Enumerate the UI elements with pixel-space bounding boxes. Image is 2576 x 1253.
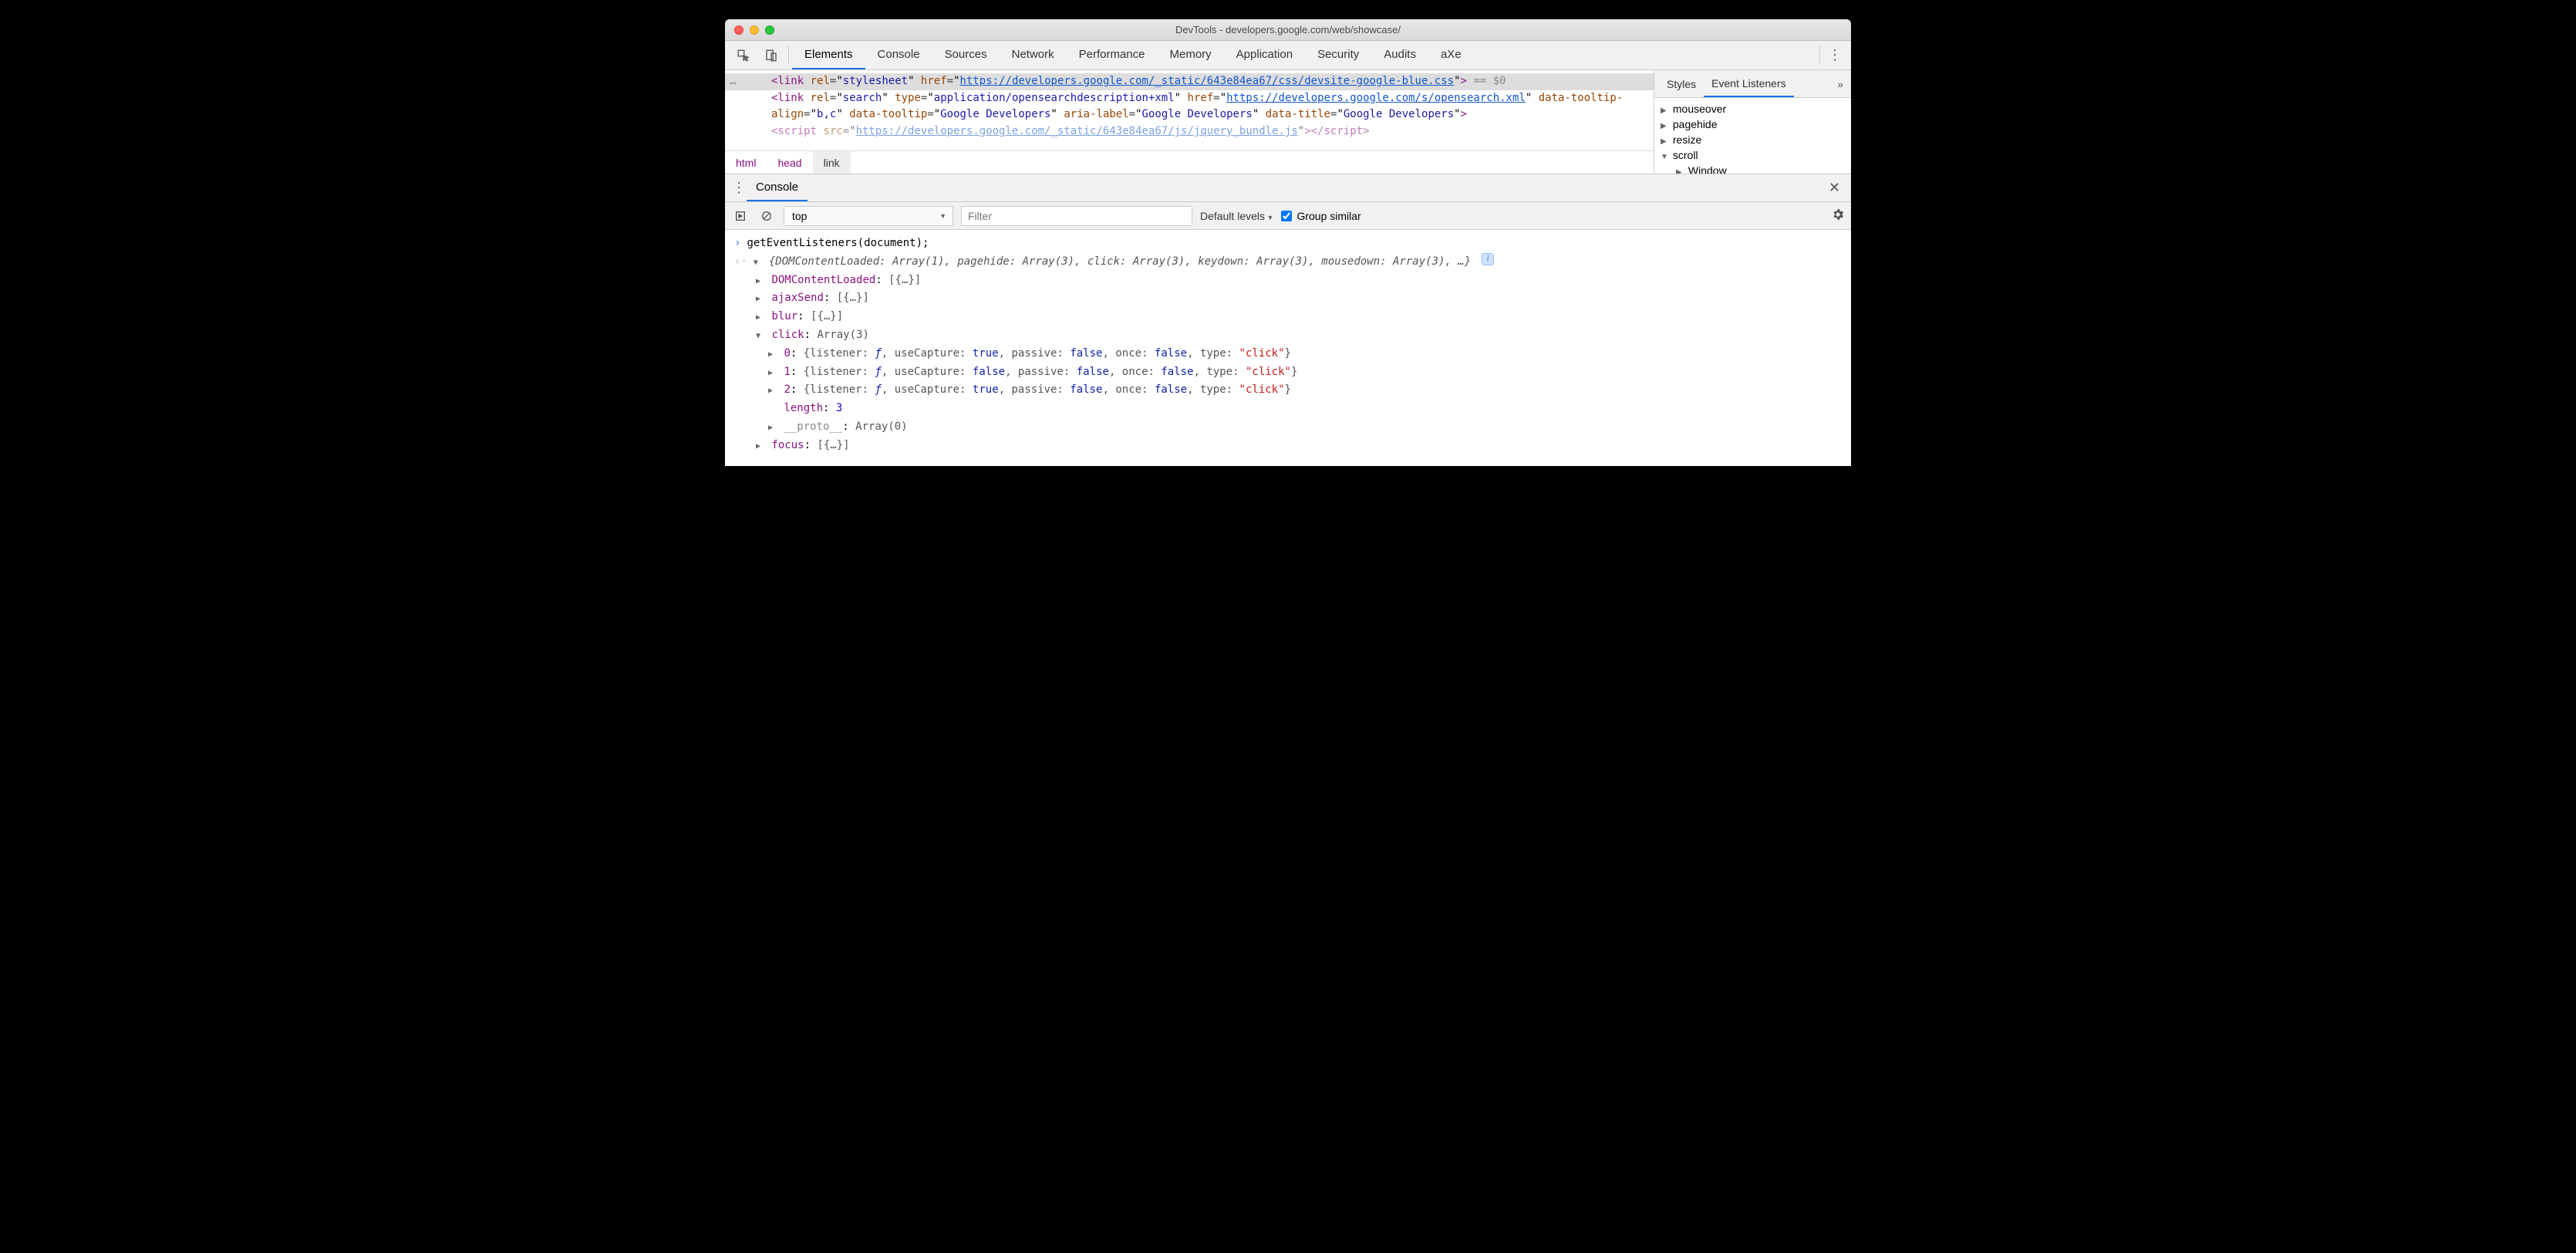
info-badge-icon[interactable]: i [1482,253,1494,265]
dom-node-script[interactable]: <script src="https://developers.google.c… [725,123,1654,140]
event-resize[interactable]: resize [1661,132,1845,147]
dom-tree[interactable]: … <link rel="stylesheet" href="https://d… [725,70,1654,150]
tab-performance[interactable]: Performance [1067,41,1158,69]
expand-toggle-icon[interactable] [768,418,777,437]
expand-dots-icon[interactable]: … [730,73,736,90]
devtools-window: DevTools - developers.google.com/web/sho… [725,19,1851,466]
console-prop-DOMContentLoaded[interactable]: DOMContentLoaded: [{…}] [734,272,1842,290]
console-prop-ajaxSend[interactable]: ajaxSend: [{…}] [734,289,1842,308]
href-link[interactable]: https://developers.google.com/_static/64… [960,75,1455,87]
console-prop-length: length: 3 [734,400,1842,418]
expand-toggle-icon[interactable] [768,363,777,382]
inspect-element-icon[interactable] [730,41,757,69]
click-listener-0[interactable]: 0: {listener: ƒ, useCapture: true, passi… [734,345,1842,363]
tab-elements[interactable]: Elements [792,41,865,69]
expand-toggle-icon[interactable] [756,308,765,326]
main-tab-bar: ElementsConsoleSourcesNetworkPerformance… [725,41,1851,70]
group-similar-checkbox[interactable]: Group similar [1281,210,1360,222]
tab-divider [788,46,789,65]
drawer-menu-icon[interactable] [731,180,747,196]
drawer-tab-console[interactable]: Console [747,174,808,201]
dom-node-link-selected[interactable]: <link rel="stylesheet" href="https://dev… [725,73,1654,90]
filter-input[interactable] [961,206,1192,226]
console-drawer: Console ✕ top Default levels Group simil… [725,174,1851,466]
group-similar-input[interactable] [1281,211,1292,221]
clear-console-icon[interactable] [757,207,776,225]
tab-sources[interactable]: Sources [932,41,1000,69]
console-prop-proto[interactable]: __proto__: Array(0) [734,418,1842,437]
console-input-row: › getEventListeners(document); [734,235,1842,253]
expand-toggle-icon[interactable] [768,345,777,363]
click-listener-1[interactable]: 1: {listener: ƒ, useCapture: false, pass… [734,363,1842,382]
tab-audits[interactable]: Audits [1371,41,1428,69]
tab-security[interactable]: Security [1305,41,1371,69]
close-drawer-icon[interactable]: ✕ [1824,180,1845,196]
crumb-link[interactable]: link [813,151,851,174]
event-scroll[interactable]: scroll [1661,147,1845,163]
tab-console[interactable]: Console [865,41,932,69]
dom-node-link-search[interactable]: <link rel="search" type="application/ope… [725,90,1654,123]
event-mouseover[interactable]: mouseover [1661,101,1845,117]
crumb-head[interactable]: head [767,151,812,174]
sidebar: Styles Event Listeners » mouseover pageh… [1654,70,1851,174]
tab-axe[interactable]: aXe [1428,41,1474,69]
console-output[interactable]: › getEventListeners(document); ‹· {DOMCo… [725,230,1851,466]
console-result-row: ‹· {DOMContentLoaded: Array(1), pagehide… [734,253,1842,272]
titlebar: DevTools - developers.google.com/web/sho… [725,19,1851,41]
tab-network[interactable]: Network [1000,41,1067,69]
more-options-icon[interactable] [1823,41,1846,69]
click-listener-2[interactable]: 2: {listener: ƒ, useCapture: true, passi… [734,381,1842,400]
drawer-header: Console ✕ [725,174,1851,202]
event-listener-list[interactable]: mouseover pagehide resize scroll Window [1654,98,1851,174]
toggle-device-icon[interactable] [757,41,785,69]
sidebar-tabs: Styles Event Listeners » [1654,70,1851,98]
window-title: DevTools - developers.google.com/web/sho… [725,24,1851,35]
expand-toggle-icon[interactable] [756,289,765,308]
console-prop-click[interactable]: click: Array(3) [734,326,1842,345]
console-input-text: getEventListeners(document); [747,235,929,253]
result-summary: {DOMContentLoaded: Array(1), pagehide: A… [769,253,1471,272]
crumb-html[interactable]: html [725,151,767,174]
prompt-icon: › [734,235,740,253]
expand-toggle-icon[interactable] [754,253,763,272]
event-pagehide[interactable]: pagehide [1661,117,1845,132]
href-link[interactable]: https://developers.google.com/s/opensear… [1226,92,1526,104]
console-prop-blur[interactable]: blur: [{…}] [734,308,1842,326]
tab-memory[interactable]: Memory [1158,41,1224,69]
more-sidebar-tabs-icon[interactable]: » [1794,78,1846,90]
expand-toggle-icon[interactable] [756,437,765,455]
console-prop-focus[interactable]: focus: [{…}] [734,437,1842,455]
tab-divider-right [1819,46,1820,65]
expand-toggle-icon[interactable] [768,381,777,400]
expand-toggle-icon[interactable] [756,272,765,290]
log-levels-select[interactable]: Default levels [1200,210,1273,222]
expand-toggle-icon[interactable] [756,326,765,345]
execution-context-icon[interactable] [731,207,750,225]
sidebar-tab-styles[interactable]: Styles [1659,70,1704,97]
sidebar-tab-event-listeners[interactable]: Event Listeners [1704,70,1794,97]
breadcrumb: htmlheadlink [725,150,1654,174]
event-target-window[interactable]: Window [1661,163,1845,174]
console-settings-icon[interactable] [1831,208,1845,224]
console-toolbar: top Default levels Group similar [725,202,1851,230]
tab-application[interactable]: Application [1224,41,1305,69]
elements-pane: … <link rel="stylesheet" href="https://d… [725,70,1654,174]
return-icon: ‹· [734,253,747,272]
context-select[interactable]: top [784,206,953,226]
